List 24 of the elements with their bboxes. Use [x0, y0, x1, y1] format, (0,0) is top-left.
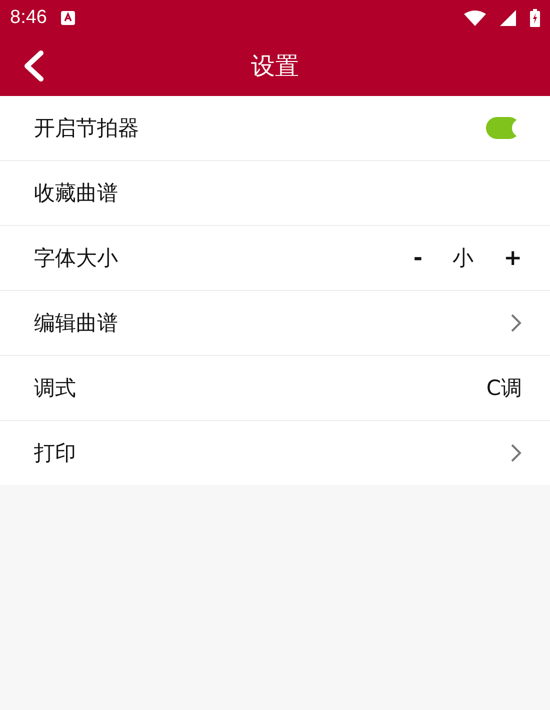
settings-row[interactable]: 字体大小 - 小 + [0, 226, 550, 291]
status-time: 8:46 [10, 7, 47, 29]
setting-label: 调式 [34, 376, 76, 400]
settings-row[interactable]: 打印 [0, 421, 550, 485]
battery-icon [530, 9, 540, 27]
signal-icon [500, 10, 516, 26]
page-title: 设置 [251, 51, 299, 82]
settings-row[interactable]: 编辑曲谱 [0, 291, 550, 356]
settings-row[interactable]: 收藏曲谱 [0, 161, 550, 226]
settings-row[interactable]: 开启节拍器 [0, 96, 550, 161]
font-size-value: 小 [452, 245, 474, 272]
wifi-icon [464, 10, 486, 26]
settings-row[interactable]: 调式 C调 [0, 356, 550, 421]
chevron-right-icon [510, 313, 522, 333]
setting-label: 打印 [34, 441, 76, 465]
setting-label: 开启节拍器 [34, 116, 139, 140]
chevron-right-icon [510, 443, 522, 463]
notification-icon [60, 11, 75, 25]
setting-value: C调 [486, 375, 522, 402]
increase-button[interactable]: + [500, 246, 526, 270]
decrease-button[interactable]: - [409, 246, 427, 270]
setting-label: 收藏曲谱 [34, 181, 118, 205]
setting-label: 编辑曲谱 [34, 311, 118, 335]
setting-label: 字体大小 [34, 246, 118, 270]
